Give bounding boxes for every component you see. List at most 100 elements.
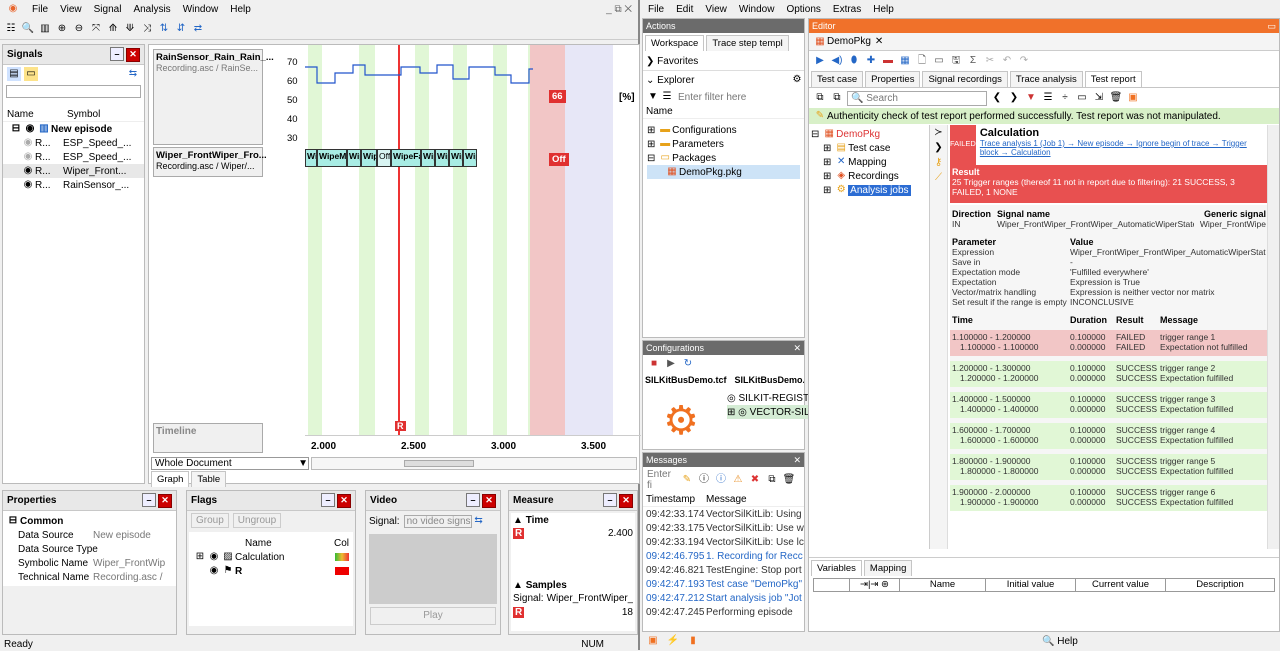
close-icon[interactable]: ✕: [793, 343, 801, 354]
tab-variables[interactable]: Variables: [811, 560, 862, 576]
signal-a-icon[interactable]: ⟰: [106, 22, 120, 36]
minimize-icon[interactable]: –: [603, 493, 617, 508]
filter-icon[interactable]: ▼: [1024, 91, 1038, 105]
property-value[interactable]: New episode: [93, 530, 151, 541]
episode-node[interactable]: ⊟ ◉ ▥ New episode: [3, 122, 144, 136]
trigger-range-group[interactable]: 1.600000 - 1.700000 0.100000 SUCCESS trigge…: [950, 418, 1268, 449]
message-row[interactable]: 09:42:46.821 TestEngine: Stop port: [646, 563, 804, 577]
minimize-icon[interactable]: –: [321, 493, 335, 508]
tab-table[interactable]: Table: [191, 471, 227, 487]
folder-icon[interactable]: ▭: [24, 67, 38, 81]
menu-file[interactable]: File: [648, 4, 664, 15]
flag-row-r[interactable]: ◉ ⚑ R: [193, 564, 349, 578]
common-section[interactable]: ⊟ Common: [6, 514, 173, 528]
report-icon[interactable]: ▣: [1126, 91, 1140, 105]
favorites-row[interactable]: ❯ Favorites: [643, 53, 804, 71]
flag-us-icon[interactable]: ▬: [881, 54, 895, 68]
layout-icon[interactable]: ☷: [4, 22, 18, 36]
tree-configurations[interactable]: ⊞ ▬ Configurations: [647, 123, 800, 137]
explorer-filter-input[interactable]: Enter filter here: [678, 92, 746, 103]
close-icon[interactable]: ✕: [793, 455, 801, 466]
expand-icon[interactable]: ⊞: [193, 550, 207, 564]
config-item-2[interactable]: ⊞ ◎ VECTOR-SIL-: [727, 405, 813, 419]
trigger-range-group[interactable]: 1.900000 - 2.000000 0.100000 SUCCESS trigge…: [950, 480, 1268, 511]
prev-icon[interactable]: ❮: [990, 91, 1004, 105]
list-icon[interactable]: ☰: [660, 90, 674, 104]
chart-icon[interactable]: ▥: [38, 22, 52, 36]
minimize-icon[interactable]: –: [110, 47, 124, 62]
play-icon[interactable]: ▶: [664, 357, 678, 371]
expand-report-icon[interactable]: ❯: [934, 142, 942, 153]
menu-signal[interactable]: Signal: [94, 4, 122, 15]
list-view-icon[interactable]: ▤: [7, 67, 21, 81]
swap-icon[interactable]: ⇆: [472, 514, 486, 528]
window-icon[interactable]: ▭: [1075, 91, 1089, 105]
menu-view[interactable]: View: [60, 4, 82, 15]
sound-icon[interactable]: ◀): [830, 54, 844, 68]
menu-extras[interactable]: Extras: [833, 4, 861, 15]
clear-filter-icon[interactable]: ✎: [680, 473, 694, 487]
signal-c-icon[interactable]: ⤨: [140, 22, 154, 36]
menu-help[interactable]: Help: [230, 4, 251, 15]
next-icon[interactable]: ❯: [1007, 91, 1021, 105]
config-file-1[interactable]: SILKitBusDemo.tcf: [645, 375, 727, 385]
cut-icon[interactable]: ✂: [983, 54, 997, 68]
signal-item[interactable]: ◉ R... ESP_Speed_...: [3, 136, 144, 150]
time-section[interactable]: ▲ Time: [513, 515, 633, 526]
ungroup-button[interactable]: Ungroup: [232, 513, 282, 528]
sum-icon[interactable]: Σ: [966, 54, 980, 68]
eye-icon[interactable]: ◉: [21, 164, 35, 178]
close-icon[interactable]: ✕: [619, 493, 633, 508]
find-icon[interactable]: 🔍: [21, 22, 35, 36]
trigger-range-group[interactable]: 1.800000 - 1.900000 0.100000 SUCCESS trigge…: [950, 449, 1268, 480]
book-icon[interactable]: ▮: [686, 634, 700, 648]
message-row[interactable]: 09:42:47.193 Test case "DemoPkg": [646, 577, 804, 591]
doc-tab-demopkg[interactable]: DemoPkg: [827, 36, 871, 47]
tree-mapping[interactable]: ⊞ ✕ Mapping: [811, 155, 929, 169]
eye-icon[interactable]: ◉: [207, 564, 221, 578]
message-row[interactable]: 09:42:46.795 1. Recording for Recc: [646, 549, 804, 563]
tab-properties[interactable]: Properties: [865, 71, 921, 87]
paste-icon[interactable]: ⧉: [830, 91, 844, 105]
minimize-icon[interactable]: –: [142, 493, 156, 508]
close-icon[interactable]: ✕: [482, 493, 496, 508]
copy-icon[interactable]: ⧉: [813, 91, 827, 105]
tree-parameters[interactable]: ⊞ ▬ Parameters: [647, 137, 800, 151]
tab-trace-analysis[interactable]: Trace analysis: [1009, 71, 1083, 87]
menu-view[interactable]: View: [705, 4, 727, 15]
error-icon[interactable]: ✖: [748, 473, 762, 487]
eye-icon[interactable]: ◉: [21, 178, 35, 192]
tab-test-case[interactable]: Test case: [811, 71, 864, 87]
tab-workspace[interactable]: Workspace: [645, 35, 705, 51]
cursor-marker[interactable]: R: [395, 421, 406, 431]
lock-icon[interactable]: ⬮: [847, 54, 861, 68]
gear-icon[interactable]: ⚙: [790, 73, 804, 87]
info-gray-icon[interactable]: ⓘ: [697, 473, 711, 487]
collapse-icon[interactable]: ⊟: [9, 122, 23, 136]
report-path[interactable]: Trace analysis 1 (Job 1) → New episode →…: [980, 139, 1264, 157]
tree-analysis-jobs[interactable]: ⊞ ⚙ Analysis jobs: [811, 183, 929, 197]
new-icon[interactable]: 🗋: [915, 54, 929, 68]
message-row[interactable]: 09:42:33.194 VectorSilKitLib: Use lc: [646, 535, 804, 549]
minimize-icon[interactable]: –: [466, 493, 480, 508]
signal-item[interactable]: ◉ R... RainSensor_...: [3, 178, 144, 192]
trigger-range-group[interactable]: 1.200000 - 1.300000 0.100000 SUCCESS trigge…: [950, 356, 1268, 387]
grid-icon[interactable]: ▦: [898, 54, 912, 68]
tree-test-case[interactable]: ⊞ ▤ Test case: [811, 141, 929, 155]
message-row[interactable]: 09:42:47.212 Start analysis job "Jot: [646, 591, 804, 605]
tree-demopkg[interactable]: ▦ DemoPkg.pkg: [647, 165, 800, 179]
help-label[interactable]: Help: [1057, 636, 1078, 647]
signal-card-wiper[interactable]: Wiper_FrontWiper_Fro... Recording.asc / …: [153, 147, 267, 177]
eye-icon[interactable]: ◉: [207, 550, 221, 564]
signal-card-rain[interactable]: RainSensor_Rain_Rain_... Recording.asc /…: [153, 49, 274, 145]
info-blue-icon[interactable]: ⓘ: [714, 473, 728, 487]
expand-all-icon[interactable]: ☰: [1041, 91, 1055, 105]
collapse-icon[interactable]: ⊟: [6, 514, 20, 528]
trigger-range-group[interactable]: 1.400000 - 1.500000 0.100000 SUCCESS trigge…: [950, 387, 1268, 418]
tab-trace-step[interactable]: Trace step templ: [706, 35, 789, 51]
stop-icon[interactable]: ■: [647, 357, 661, 371]
config-file-2[interactable]: SILKitBusDemo.tbc: [735, 375, 804, 385]
property-value[interactable]: Recording.asc /: [93, 572, 162, 583]
signal-item[interactable]: ◉ R... Wiper_Front...: [3, 164, 144, 178]
var-tools[interactable]: ⇥|⇥ ⊛: [850, 579, 900, 591]
